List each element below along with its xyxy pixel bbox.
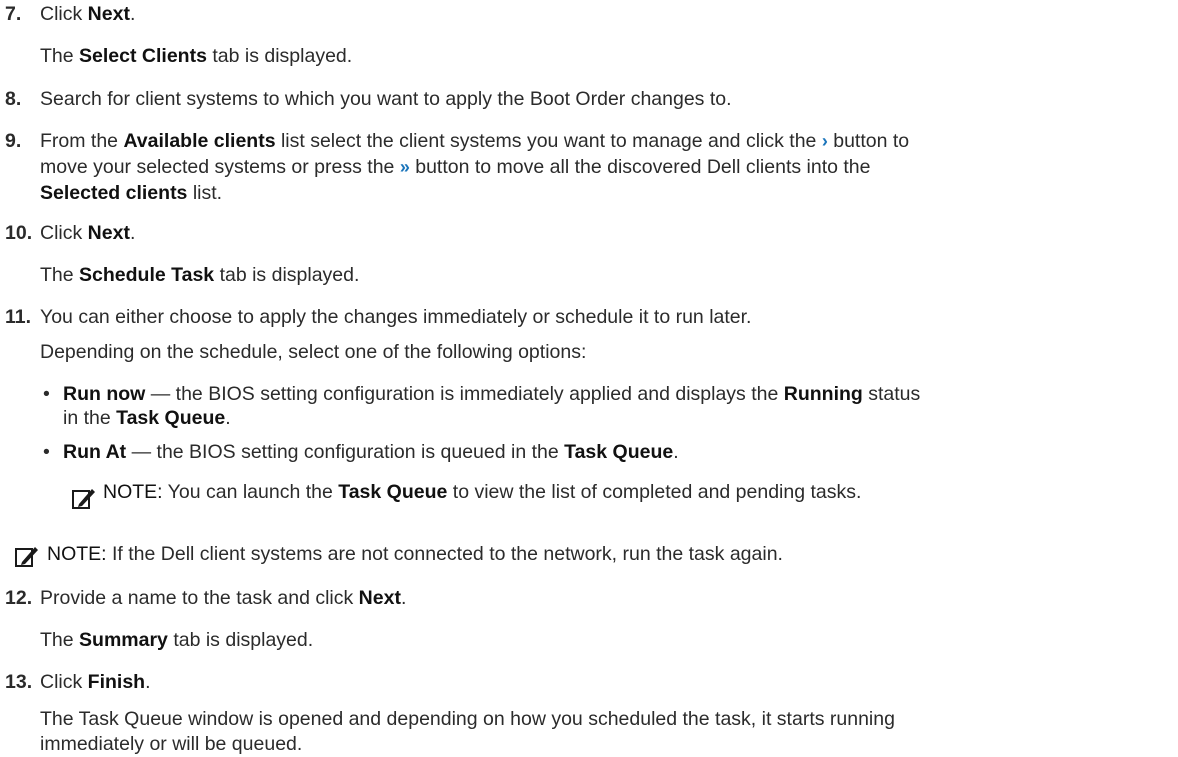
step-7-text: Click Next. [40,3,136,25]
step-12-number: 12. [5,587,33,609]
step-12-text: Provide a name to the task and click Nex… [40,587,407,609]
step-11-subtext: Depending on the schedule, select one of… [40,341,587,363]
available-clients-label: Available clients [123,130,276,152]
pencil-note-icon [72,489,95,509]
bullet-run-now-line-1: Run now — the BIOS setting configuration… [63,383,921,405]
step-8-text: Search for client systems to which you w… [40,88,732,110]
step-10-number: 10. [5,222,33,244]
step-9-line-1: From the Available clients list select t… [40,130,910,152]
bullet-dot: • [43,383,50,405]
schedule-task-label: Schedule Task [79,264,215,286]
step-13-result-line-1: The Task Queue window is opened and depe… [40,708,895,730]
step-13-text: Click Finish. [40,671,151,693]
next-label: Next [358,587,401,609]
step-11-number: 11. [5,306,32,328]
bullet-dot: • [43,441,50,463]
step-9-line-2: move your selected systems or press the … [40,156,871,178]
finish-label: Finish [87,671,146,693]
next-label: Next [87,222,130,244]
step-8-number: 8. [5,88,22,110]
step-11-text: You can either choose to apply the chang… [40,306,752,328]
bullet-run-now-line-2: in the Task Queue. [63,407,231,429]
pencil-note-icon [15,547,38,567]
step-13-result-line-2: immediately or will be queued. [40,733,303,755]
step-7-number: 7. [5,3,22,25]
next-label: Next [87,3,130,25]
bullet-run-at: Run At — the BIOS setting configuration … [63,441,679,463]
select-clients-label: Select Clients [79,45,207,67]
double-chevron-right-icon: » [399,157,410,177]
note-label: NOTE: [47,543,107,565]
note-label: NOTE: [103,481,163,503]
summary-label: Summary [79,629,168,651]
selected-clients-label: Selected clients [40,182,188,204]
step-13-number: 13. [5,671,33,693]
step-12-result: The Summary tab is displayed. [40,629,314,651]
step-10-result: The Schedule Task tab is displayed. [40,264,360,286]
step-9-line-3: Selected clients list. [40,182,223,204]
step-7-result: The Select Clients tab is displayed. [40,45,353,67]
step-10-text: Click Next. [40,222,136,244]
note-2: NOTE: If the Dell client systems are not… [47,543,783,565]
step-9-number: 9. [5,130,22,152]
note-1: NOTE: You can launch the Task Queue to v… [103,481,862,503]
